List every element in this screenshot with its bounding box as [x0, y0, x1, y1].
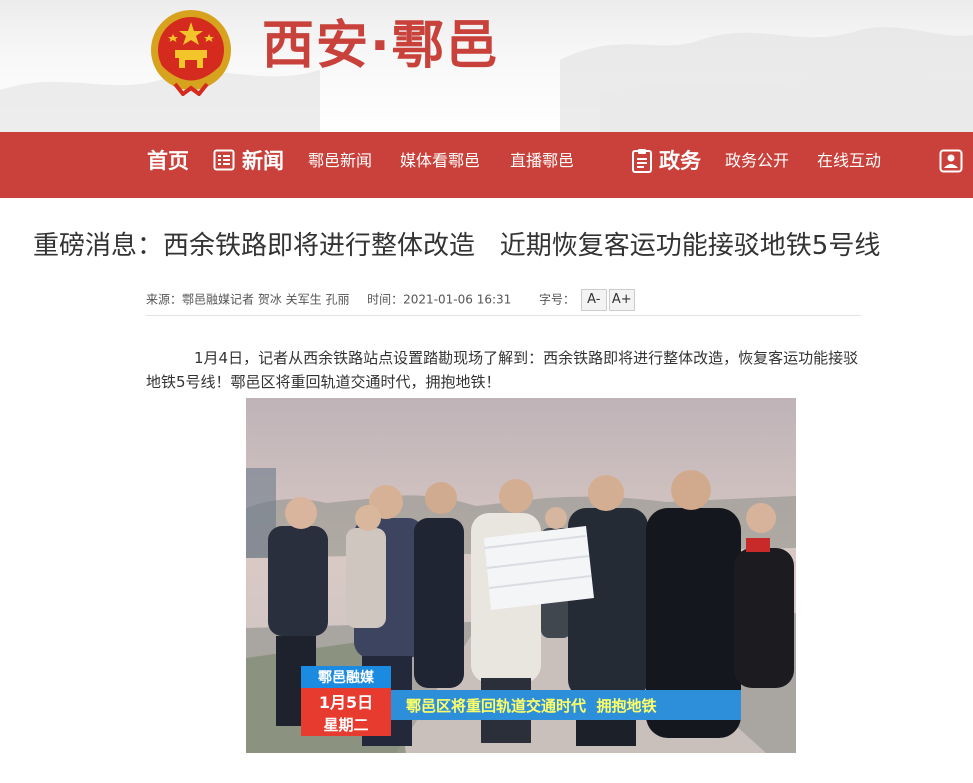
main-nav: 首页 新闻 鄠邑新闻 媒体看鄠邑 直播鄠邑 政务 政务公开 在线互动 [0, 132, 973, 198]
time-value: 2021-01-06 16:31 [403, 292, 512, 307]
meta-divider [146, 315, 861, 316]
source-label: 来源： [146, 292, 183, 307]
government-doc-icon [632, 149, 652, 173]
caption-banner: 鄠邑区将重回轨道交通时代 拥抱地铁 [406, 697, 656, 715]
font-size-label: 字号： [538, 292, 575, 307]
nav-news[interactable]: 新闻 [242, 132, 284, 198]
article-title: 重磅消息：西余铁路即将进行整体改造 近期恢复客运功能接驳地铁5号线 [33, 231, 881, 261]
article-photo: 鄠邑融媒 1月5日 星期二 鄠邑区将重回轨道交通时代 拥抱地铁 [246, 398, 796, 753]
caption-date: 1月5日 [319, 693, 373, 712]
nav-gov[interactable]: 政务 [659, 132, 701, 198]
nav-live[interactable]: 直播鄠邑 [510, 132, 574, 198]
national-emblem-icon[interactable] [145, 6, 237, 96]
site-header: 西安·鄠邑 [0, 0, 973, 132]
nav-local-news[interactable]: 鄠邑新闻 [308, 132, 372, 198]
user-card-icon[interactable] [939, 149, 963, 173]
nav-home[interactable]: 首页 [147, 132, 189, 198]
article-paragraph: 1月4日，记者从西余铁路站点设置踏勘现场了解到：西余铁路即将进行整体改造，恢复客… [146, 349, 859, 391]
caption-weekday: 星期二 [323, 716, 368, 734]
nav-online[interactable]: 在线互动 [817, 132, 881, 198]
source-value: 鄠邑融媒记者 贺冰 关军生 孔丽 [182, 292, 350, 307]
nav-media[interactable]: 媒体看鄠邑 [400, 132, 480, 198]
font-increase-button[interactable]: A+ [608, 289, 635, 311]
font-decrease-button[interactable]: A- [580, 289, 607, 311]
article-meta: 来源：鄠邑融媒记者 贺冰 关军生 孔丽 时间：2021-01-06 16:31 … [146, 289, 635, 311]
news-list-icon [213, 149, 235, 171]
caption-logo: 鄠邑融媒 [318, 669, 375, 686]
site-title[interactable]: 西安·鄠邑 [262, 10, 500, 82]
time-label: 时间： [367, 292, 404, 307]
nav-gov-open[interactable]: 政务公开 [725, 132, 789, 198]
